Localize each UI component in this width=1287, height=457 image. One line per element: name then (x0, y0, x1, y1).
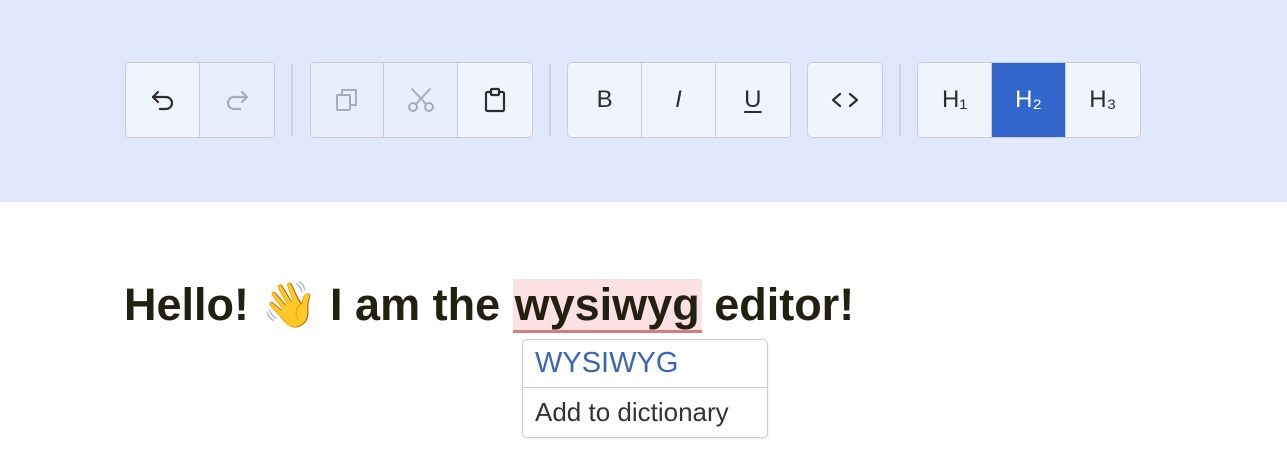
bold-button[interactable]: B (568, 63, 643, 137)
undo-icon (149, 86, 177, 114)
toolbar-separator (549, 64, 551, 136)
heading-text-start: Hello! (124, 279, 262, 330)
editor-toolbar: B I U H₁ H₂ H₃ (0, 0, 1287, 202)
code-group (807, 62, 883, 138)
toolbar-separator (899, 64, 901, 136)
misspelled-word[interactable]: wysiwyg (512, 279, 702, 333)
scissors-icon (406, 85, 436, 115)
code-button[interactable] (808, 63, 882, 137)
heading-3-button[interactable]: H₃ (1065, 63, 1140, 137)
heading-text-end: editor! (701, 279, 855, 330)
underline-label: U (744, 86, 762, 113)
waving-hand-emoji: 👋 (261, 279, 318, 330)
paste-button[interactable] (457, 63, 532, 137)
italic-button[interactable]: I (642, 63, 716, 137)
toolbar-separator (291, 64, 293, 136)
copy-button[interactable] (311, 63, 385, 137)
heading-2-label: H₂ (1015, 86, 1042, 113)
heading-3-label: H₃ (1089, 86, 1117, 113)
format-group: B I U (567, 62, 791, 138)
italic-label: I (675, 86, 682, 113)
heading-1-button[interactable]: H₁ (918, 63, 993, 137)
editor-content[interactable]: Hello! 👋 I am the wysiwyg editor! (124, 276, 854, 334)
clipboard-icon (481, 86, 509, 114)
clipboard-group (310, 62, 533, 138)
redo-button[interactable] (200, 63, 274, 137)
cut-button[interactable] (384, 63, 458, 137)
underline-button[interactable]: U (715, 63, 790, 137)
add-to-dictionary-option[interactable]: Add to dictionary (523, 388, 767, 436)
spelling-suggestion[interactable]: WYSIWYG (523, 340, 767, 388)
heading-1-label: H₁ (941, 86, 968, 113)
undo-button[interactable] (126, 63, 200, 137)
bold-label: B (596, 86, 613, 113)
redo-icon (223, 86, 251, 114)
copy-icon (333, 86, 361, 114)
heading-2-button[interactable]: H₂ (992, 63, 1066, 137)
history-group (125, 62, 275, 138)
spellcheck-menu: WYSIWYG Add to dictionary (522, 339, 768, 438)
code-icon (829, 88, 861, 112)
heading-group: H₁ H₂ H₃ (917, 62, 1141, 138)
heading-text-middle: I am the (317, 279, 513, 330)
